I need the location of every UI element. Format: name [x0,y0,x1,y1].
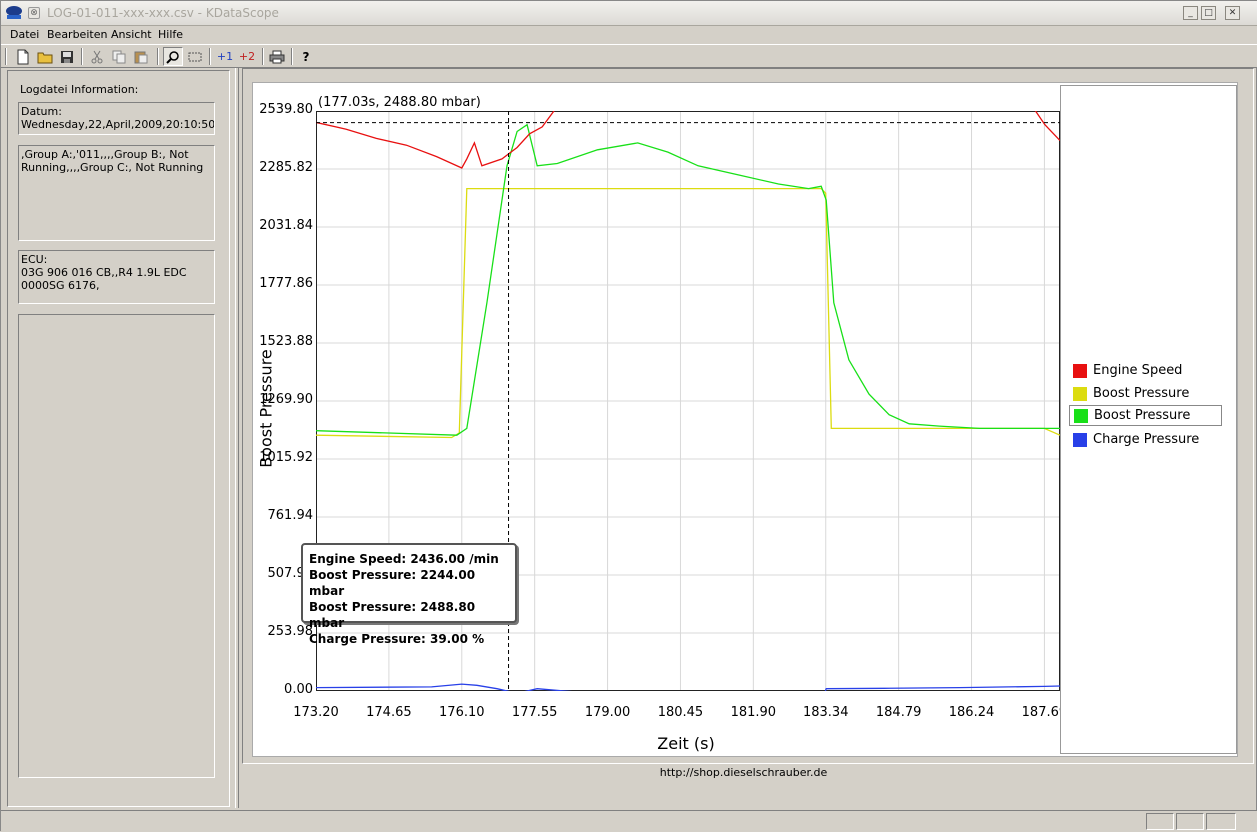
datum-label: Datum: [21,105,62,118]
x-tick-label: 179.00 [584,705,631,720]
toolbar-separator [81,48,83,65]
panel-splitter[interactable] [235,68,239,808]
status-pane [1146,813,1174,830]
legend-label: Boost Pressure [1093,386,1190,401]
x-tick-label: 176.10 [439,705,485,720]
window-title: LOG-01-011-xxx-xxx.csv - KDataScope [47,6,279,20]
x-tick-label: 181.90 [730,705,777,720]
legend-swatch [1073,363,1087,378]
datum-box: Datum: Wednesday,22,April,2009,20:10:50 [18,102,215,135]
new-document-icon[interactable] [13,47,33,66]
x-tick-label: 177.55 [511,705,558,720]
groups-value: ,Group A:,'011,,,,Group B:, Not Running,… [21,148,204,174]
x-tick-label: 184.79 [875,705,922,720]
select-rect-icon[interactable] [185,47,205,66]
app-window: ⊗ LOG-01-011-xxx-xxx.csv - KDataScope _ … [0,0,1257,832]
toolbar: +1 +2 ? [1,44,1257,68]
y-tick-label: 0.00 [284,682,313,697]
legend-swatch [1074,408,1088,423]
menu-bar: Datei Bearbeiten Ansicht Hilfe [1,26,1257,44]
cursor-readout: (177.03s, 2488.80 mbar) [318,95,481,110]
toolbar-separator [209,48,211,65]
toolbar-separator [262,48,264,65]
groups-box: ,Group A:,'011,,,,Group B:, Not Running,… [18,145,215,241]
log-info-panel: Logdatei Information: Datum: Wednesday,2… [7,70,230,807]
series-line-boost-pressure-2 [316,123,1060,436]
legend-item-boost-pressure-1[interactable]: Boost Pressure [1069,383,1222,404]
x-tick-label: 174.65 [366,705,412,720]
ecu-label: ECU: [21,253,48,266]
legend-label: Charge Pressure [1093,432,1200,447]
y-tick-label: 761.94 [267,508,314,523]
log-info-heading: Logdatei Information: [20,83,139,96]
legend-item-boost-pressure-2[interactable]: Boost Pressure [1069,405,1222,426]
x-tick-label: 180.45 [657,705,704,720]
legend-swatch [1073,432,1087,447]
tooltip-charge-pressure: Charge Pressure: 39.00 % [309,632,485,646]
add-cursor-1-icon[interactable]: +1 [215,47,235,66]
x-tick-label: 183.34 [802,705,849,720]
toolbar-separator [157,48,159,65]
x-tick-label: 186.24 [948,705,995,720]
save-icon[interactable] [57,47,77,66]
status-bar [1,810,1257,832]
menu-hilfe[interactable]: Hilfe [158,28,183,41]
menu-bearbeiten[interactable]: Bearbeiten [47,28,107,41]
menu-ansicht[interactable]: Ansicht [111,28,152,41]
cut-icon[interactable] [87,47,107,66]
legend-item-engine-speed[interactable]: Engine Speed [1069,360,1222,381]
tooltip-boost-pressure-2: Boost Pressure: 2488.80 mbar [309,600,476,630]
value-tooltip: Engine Speed: 2436.00 /min Boost Pressur… [301,543,517,646]
ecu-value: 03G 906 016 CB,,R4 1.9L EDC 0000SG 6176, [21,266,187,292]
ecu-box: ECU: 03G 906 016 CB,,R4 1.9L EDC 0000SG … [18,250,215,304]
x-axis-label: Zeit (s) [657,734,715,753]
x-tick-label: 173.20 [293,705,339,720]
legend-label: Engine Speed [1093,363,1183,378]
footer-link[interactable]: http://shop.dieselschrauber.de [601,766,886,779]
tooltip-boost-pressure-1: Boost Pressure: 2244.00 mbar [309,568,476,598]
legend-label: Boost Pressure [1094,408,1191,423]
empty-info-box [18,314,215,778]
y-tick-label: 2285.82 [259,160,313,175]
menu-datei[interactable]: Datei [10,28,39,41]
help-icon[interactable]: ? [296,47,316,66]
series-line-engine-speed [316,111,1060,169]
series-line-charge-pressure [316,683,1060,691]
print-icon[interactable] [267,47,287,66]
legend-swatch [1073,386,1087,401]
minimize-button[interactable]: _ [1183,6,1198,20]
toolbar-separator [291,48,293,65]
tooltip-engine-speed: Engine Speed: 2436.00 /min [309,552,499,566]
zoom-icon[interactable] [163,47,183,66]
open-folder-icon[interactable] [35,47,55,66]
series-line-boost-pressure-1 [316,187,1060,439]
maximize-button[interactable]: □ [1201,6,1216,20]
paste-icon[interactable] [131,47,151,66]
close-button[interactable]: ✕ [1225,6,1240,20]
datum-value: Wednesday,22,April,2009,20:10:50 [21,118,215,131]
y-axis-label: Boost Pressure [256,349,276,468]
status-pane [1176,813,1204,830]
legend-item-charge-pressure[interactable]: Charge Pressure [1069,429,1222,450]
y-tick-label: 1777.86 [259,276,313,291]
toolbar-grip [5,48,7,65]
copy-icon[interactable] [109,47,129,66]
y-tick-label: 253.98 [267,624,314,639]
title-bar[interactable]: ⊗ LOG-01-011-xxx-xxx.csv - KDataScope _ … [1,1,1257,26]
status-pane [1206,813,1236,830]
y-tick-label: 2031.84 [259,218,313,233]
add-cursor-2-icon[interactable]: +2 [237,47,257,66]
app-logo-icon [6,6,22,19]
system-menu-icon[interactable]: ⊗ [28,7,40,19]
y-tick-label: 2539.80 [259,102,313,117]
